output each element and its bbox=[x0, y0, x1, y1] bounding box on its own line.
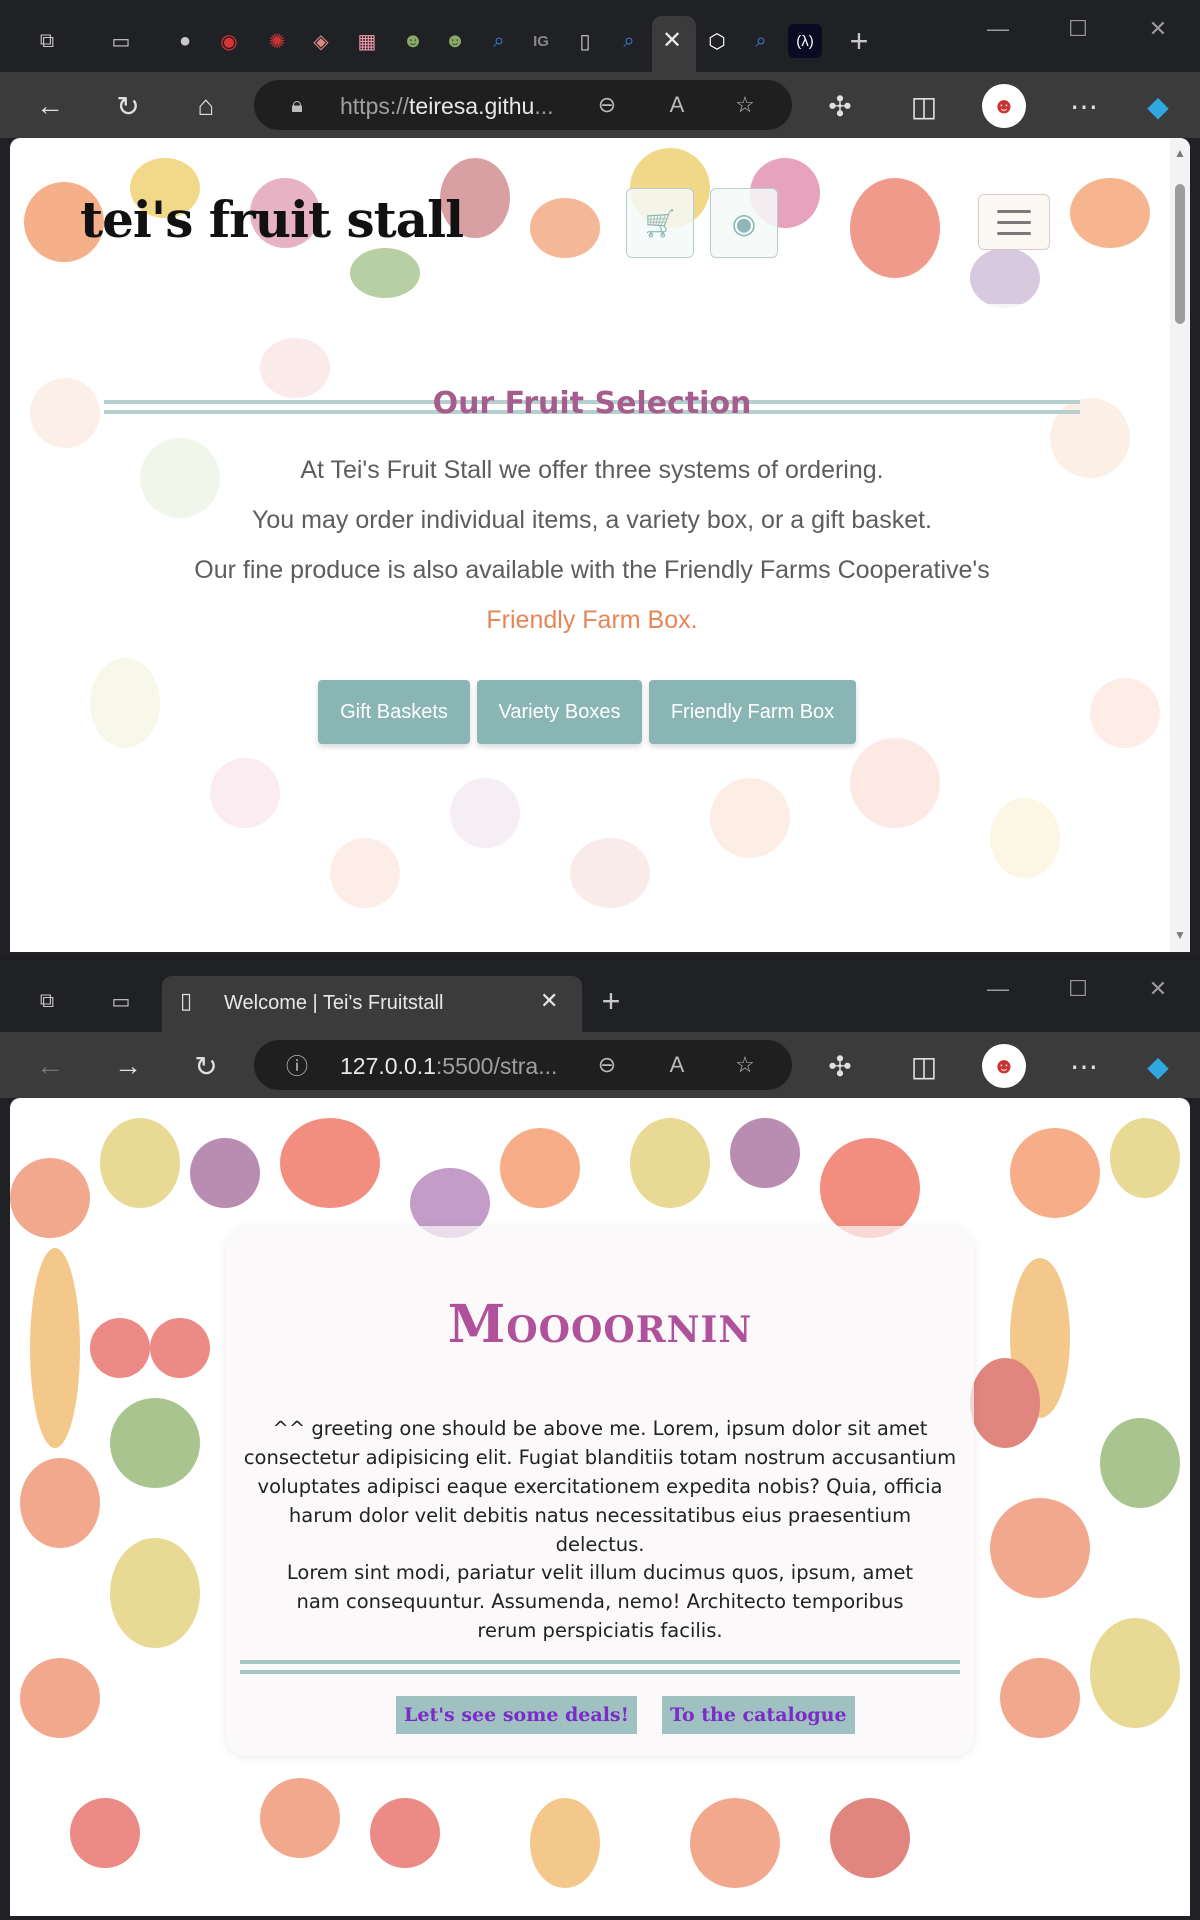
tab-actions-icon[interactable]: ▭ bbox=[104, 984, 138, 1018]
codepen-icon[interactable]: ⬡ bbox=[700, 24, 734, 58]
copilot-icon[interactable]: ◆ bbox=[1136, 84, 1180, 128]
browser-window-1: ⧉ ▭ ● ◉ ✺ ◈ ▦ ☻ ☻ ⌕ IG ▯ ⌕ ✕ ⬡ ⌕ (λ) + —… bbox=[0, 0, 1200, 958]
active-tab[interactable]: ✕ bbox=[652, 16, 696, 72]
hamburger-menu-button[interactable] bbox=[978, 194, 1050, 250]
search-icon-2[interactable]: ⌕ bbox=[612, 24, 646, 58]
tab-close-icon[interactable]: ✕ bbox=[540, 988, 558, 1014]
deals-button[interactable]: Let's see some deals! bbox=[396, 1696, 637, 1734]
workspaces-icon[interactable]: ⧉ bbox=[30, 984, 64, 1018]
friendly-farm-box-button[interactable]: Friendly Farm Box bbox=[649, 680, 856, 744]
new-tab-icon[interactable]: + bbox=[594, 983, 628, 1019]
card-paragraph-2: Lorem sint modi, pariatur velit illum du… bbox=[286, 1561, 914, 1642]
page-icon: ▯ bbox=[180, 988, 193, 1013]
extensions-icon[interactable]: ✣ bbox=[818, 1044, 862, 1088]
split-screen-icon[interactable]: ◫ bbox=[902, 1044, 946, 1088]
scrollbar-thumb[interactable] bbox=[1175, 184, 1185, 324]
page-viewport-1: tei's fruit stall 🛒︎ ◉ Our Fruit Selecti… bbox=[10, 138, 1190, 952]
owl-icon[interactable]: ☻ bbox=[396, 24, 430, 58]
info-icon[interactable]: ⓘ bbox=[282, 1050, 312, 1080]
url-text[interactable]: https://teiresa.githu... bbox=[340, 93, 554, 120]
github-icon[interactable]: ● bbox=[168, 24, 202, 58]
profile-avatar[interactable]: ☻ bbox=[982, 84, 1026, 128]
edge-red-icon[interactable]: ◉ bbox=[212, 24, 246, 58]
site-logo[interactable]: tei's fruit stall bbox=[80, 190, 464, 249]
more-menu-icon[interactable]: ⋯ bbox=[1062, 84, 1106, 128]
tab-strip-2: ⧉ ▭ ▯ Welcome | Tei's Fruitstall ✕ + — ☐… bbox=[0, 960, 1200, 1032]
lambda-icon[interactable]: (λ) bbox=[788, 24, 822, 58]
card-rule-bottom bbox=[240, 1670, 960, 1674]
user-circle-icon: ◉ bbox=[731, 207, 757, 239]
page-viewport-2: Moooornin ^^ greeting one should be abov… bbox=[10, 1098, 1190, 1916]
active-tab[interactable]: ▯ Welcome | Tei's Fruitstall ✕ bbox=[162, 976, 582, 1032]
more-menu-icon[interactable]: ⋯ bbox=[1062, 1044, 1106, 1088]
close-icon[interactable]: ✕ bbox=[662, 26, 682, 55]
lock-icon[interactable]: 🔒︎ bbox=[282, 90, 312, 120]
welcome-card: Moooornin ^^ greeting one should be abov… bbox=[226, 1226, 974, 1756]
read-aloud-icon[interactable]: A bbox=[662, 90, 692, 120]
section-title: Our Fruit Selection bbox=[432, 386, 752, 421]
owl-icon-2[interactable]: ☻ bbox=[438, 24, 472, 58]
intro-line-3: Our fine produce is also available with … bbox=[194, 556, 990, 584]
split-screen-icon[interactable]: ◫ bbox=[902, 84, 946, 128]
tab-title: Welcome | Tei's Fruitstall bbox=[224, 992, 444, 1014]
card-paragraph-1: ^^ greeting one should be above me. Lore… bbox=[243, 1417, 957, 1556]
reload-icon[interactable]: ↻ bbox=[184, 1044, 228, 1088]
favorite-star-icon[interactable]: ☆ bbox=[730, 90, 760, 120]
gift-baskets-button[interactable]: Gift Baskets bbox=[318, 680, 470, 744]
cart-button[interactable]: 🛒︎ bbox=[626, 188, 694, 258]
browser-toolbar: ← ↻ ⌂ 🔒︎ https://teiresa.githu... ⊖ A ☆ … bbox=[0, 72, 1200, 138]
dark-logo-icon[interactable]: ◈ bbox=[304, 24, 338, 58]
intro-line-2: You may order individual items, a variet… bbox=[252, 506, 932, 534]
zoom-out-icon[interactable]: ⊖ bbox=[592, 90, 622, 120]
colorful-app-icon[interactable]: ▦ bbox=[350, 24, 384, 58]
intro-line-1: At Tei's Fruit Stall we offer three syst… bbox=[300, 456, 884, 484]
zoom-out-icon[interactable]: ⊖ bbox=[592, 1050, 622, 1080]
card-rule-top bbox=[240, 1660, 960, 1664]
profile-avatar[interactable]: ☻ bbox=[982, 1044, 1026, 1088]
variety-boxes-button[interactable]: Variety Boxes bbox=[477, 680, 642, 744]
vertical-scrollbar[interactable]: ▲ ▼ bbox=[1170, 138, 1190, 952]
window-close-icon[interactable]: ✕ bbox=[1138, 972, 1178, 1006]
ig-icon[interactable]: IG bbox=[524, 24, 558, 58]
read-aloud-icon[interactable]: A bbox=[662, 1050, 692, 1080]
back-icon[interactable]: ← bbox=[28, 1044, 72, 1088]
address-bar[interactable]: 🔒︎ https://teiresa.githu... ⊖ A ☆ bbox=[254, 80, 792, 130]
workspaces-icon[interactable]: ⧉ bbox=[30, 24, 64, 58]
catalogue-button[interactable]: To the catalogue bbox=[662, 1696, 855, 1734]
back-icon[interactable]: ← bbox=[28, 84, 72, 128]
maximize-icon[interactable]: ☐ bbox=[1058, 12, 1098, 46]
window-close-icon[interactable]: ✕ bbox=[1138, 12, 1178, 46]
tab-actions-icon[interactable]: ▭ bbox=[104, 24, 138, 58]
scroll-up-icon[interactable]: ▲ bbox=[1173, 146, 1187, 160]
extensions-icon[interactable]: ✣ bbox=[818, 84, 862, 128]
new-tab-icon[interactable]: + bbox=[842, 23, 876, 59]
address-bar[interactable]: ⓘ 127.0.0.1:5500/stra... ⊖ A ☆ bbox=[254, 1040, 792, 1090]
cart-icon: 🛒︎ bbox=[642, 207, 678, 239]
browser-window-2: ⧉ ▭ ▯ Welcome | Tei's Fruitstall ✕ + — ☐… bbox=[0, 960, 1200, 1920]
forward-icon[interactable]: → bbox=[106, 1044, 150, 1088]
friendly-farm-box-link[interactable]: Friendly Farm Box. bbox=[10, 606, 1174, 635]
favorite-star-icon[interactable]: ☆ bbox=[730, 1050, 760, 1080]
search-icon[interactable]: ⌕ bbox=[482, 24, 516, 58]
reload-icon[interactable]: ↻ bbox=[106, 84, 150, 128]
card-title: Moooornin bbox=[447, 1294, 753, 1355]
url-text[interactable]: 127.0.0.1:5500/stra... bbox=[340, 1053, 557, 1080]
browser-toolbar-2: ← → ↻ ⓘ 127.0.0.1:5500/stra... ⊖ A ☆ ✣ ◫… bbox=[0, 1032, 1200, 1098]
minimize-icon[interactable]: — bbox=[978, 972, 1018, 1006]
page-icon[interactable]: ▯ bbox=[568, 24, 602, 58]
account-button[interactable]: ◉ bbox=[710, 188, 778, 258]
maximize-icon[interactable]: ☐ bbox=[1058, 972, 1098, 1006]
copilot-icon[interactable]: ◆ bbox=[1136, 1044, 1180, 1088]
red-logo-icon[interactable]: ✺ bbox=[260, 24, 294, 58]
scroll-down-icon[interactable]: ▼ bbox=[1173, 928, 1187, 942]
search-icon-3[interactable]: ⌕ bbox=[744, 24, 778, 58]
minimize-icon[interactable]: — bbox=[978, 12, 1018, 46]
tab-strip: ⧉ ▭ ● ◉ ✺ ◈ ▦ ☻ ☻ ⌕ IG ▯ ⌕ ✕ ⬡ ⌕ (λ) + —… bbox=[0, 0, 1200, 72]
home-icon[interactable]: ⌂ bbox=[184, 84, 228, 128]
